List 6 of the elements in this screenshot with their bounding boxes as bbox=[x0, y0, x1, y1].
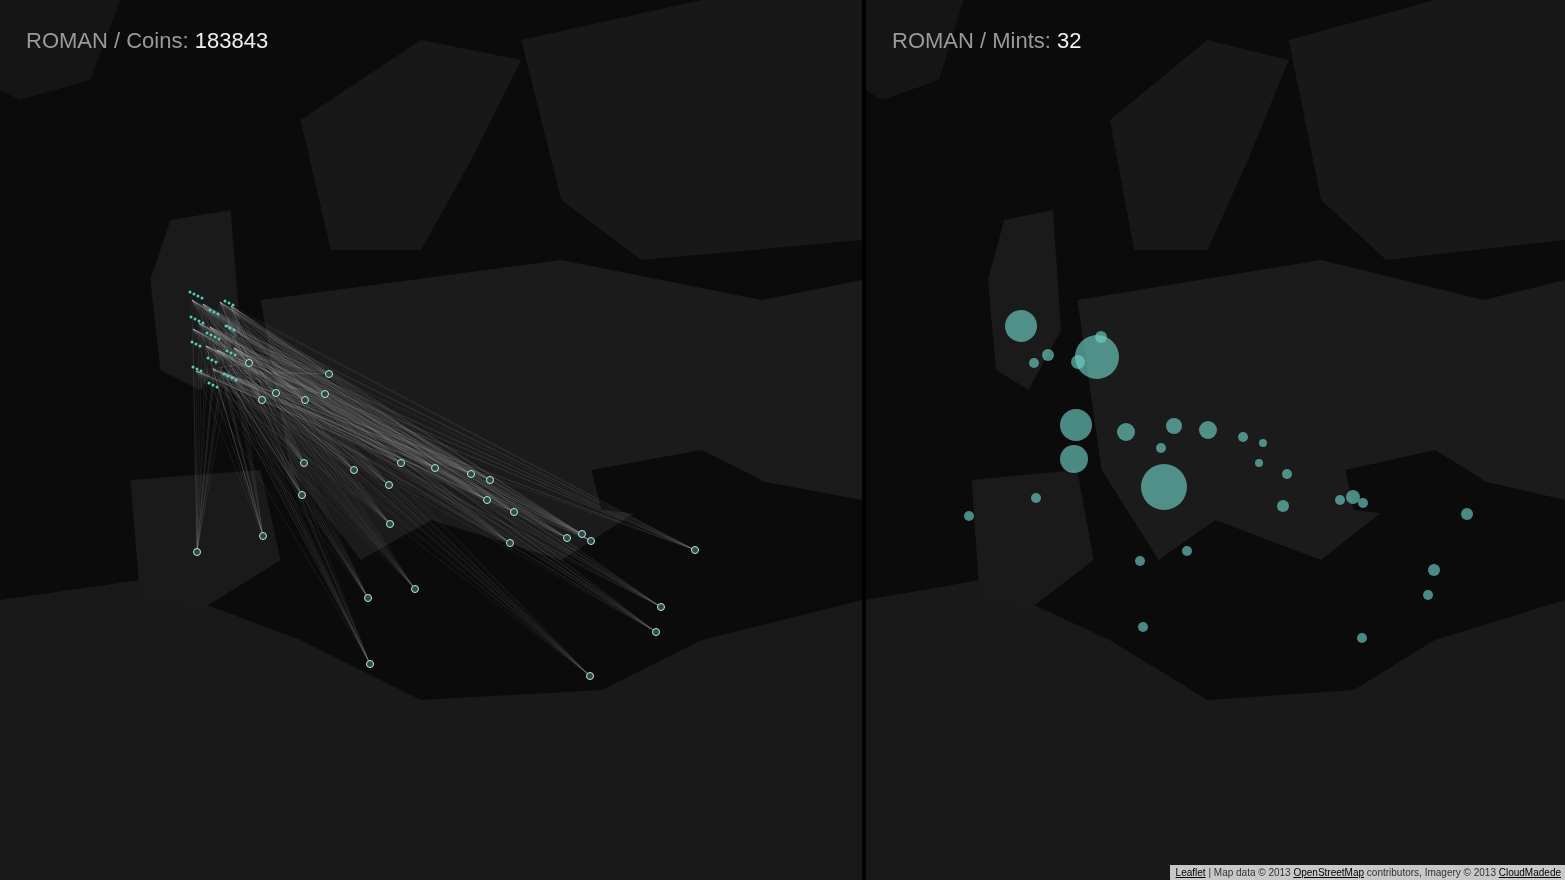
map-title: ROMAN / Mints: 32 bbox=[892, 28, 1082, 54]
attribution-link[interactable]: Leaflet bbox=[1175, 867, 1206, 878]
map-title: ROMAN / Coins: 183843 bbox=[26, 28, 269, 54]
attribution-link[interactable]: CloudMadede bbox=[1498, 867, 1561, 878]
attribution: Leaflet | Map data © 2013 OpenStreetMap contributors, Imagery © 2013 CloudMadede bbox=[1169, 865, 1565, 880]
attribution-link[interactable]: OpenStreetMap bbox=[1293, 867, 1365, 878]
